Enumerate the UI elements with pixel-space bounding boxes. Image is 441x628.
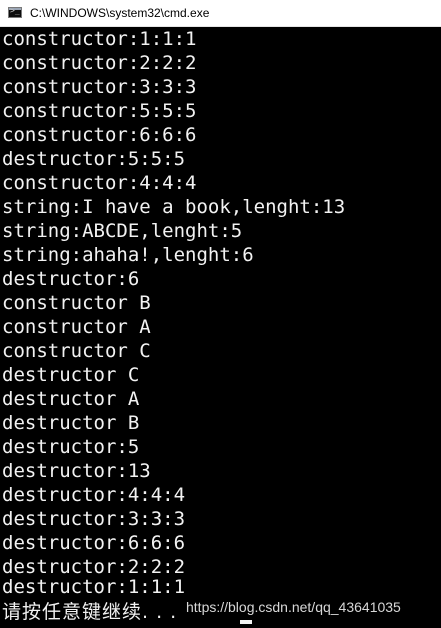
prompt-text: 请按任意键继续. . . (2, 601, 178, 623)
console-line: destructor C (2, 364, 140, 386)
console-line: constructor:1:1:1 (2, 28, 197, 50)
console-line: destructor A (2, 388, 140, 410)
console-line: destructor:6 (2, 268, 140, 290)
text-cursor (240, 620, 252, 624)
console-line: destructor:6:6:6 (2, 532, 186, 554)
console-line: constructor:4:4:4 (2, 172, 197, 194)
console-line: constructor:5:5:5 (2, 100, 197, 122)
console-line: string:I have a book,lenght:13 (2, 196, 346, 218)
console-line: constructor:2:2:2 (2, 52, 197, 74)
console-line: destructor:5 (2, 436, 140, 458)
title-bar[interactable]: >_ C:\WINDOWS\system32\cmd.exe (0, 0, 441, 27)
console-line: constructor C (2, 340, 151, 362)
console-line: destructor:13 (2, 460, 151, 482)
console-line: destructor:4:4:4 (2, 484, 186, 506)
console-line: constructor A (2, 316, 151, 338)
window-title: C:\WINDOWS\system32\cmd.exe (30, 6, 210, 20)
console-line: constructor B (2, 292, 151, 314)
press-any-key-prompt: 请按任意键继续. . . (2, 599, 177, 625)
cmd-window: >_ C:\WINDOWS\system32\cmd.exe construct… (0, 0, 441, 628)
console-line: destructor:3:3:3 (2, 508, 186, 530)
console-line: destructor:5:5:5 (2, 148, 186, 170)
console-line: destructor:1:1:1 (2, 576, 186, 598)
console-output[interactable]: constructor:1:1:1 constructor:2:2:2 cons… (0, 27, 441, 628)
cmd-console-icon[interactable]: >_ (8, 6, 22, 18)
console-line: string:ahaha!,lenght:6 (2, 244, 254, 266)
console-line: destructor B (2, 412, 140, 434)
console-line: constructor:6:6:6 (2, 124, 197, 146)
console-line: constructor:3:3:3 (2, 76, 197, 98)
console-line: string:ABCDE,lenght:5 (2, 220, 243, 242)
csdn-watermark: https://blog.csdn.net/qq_43641035 (186, 599, 401, 615)
